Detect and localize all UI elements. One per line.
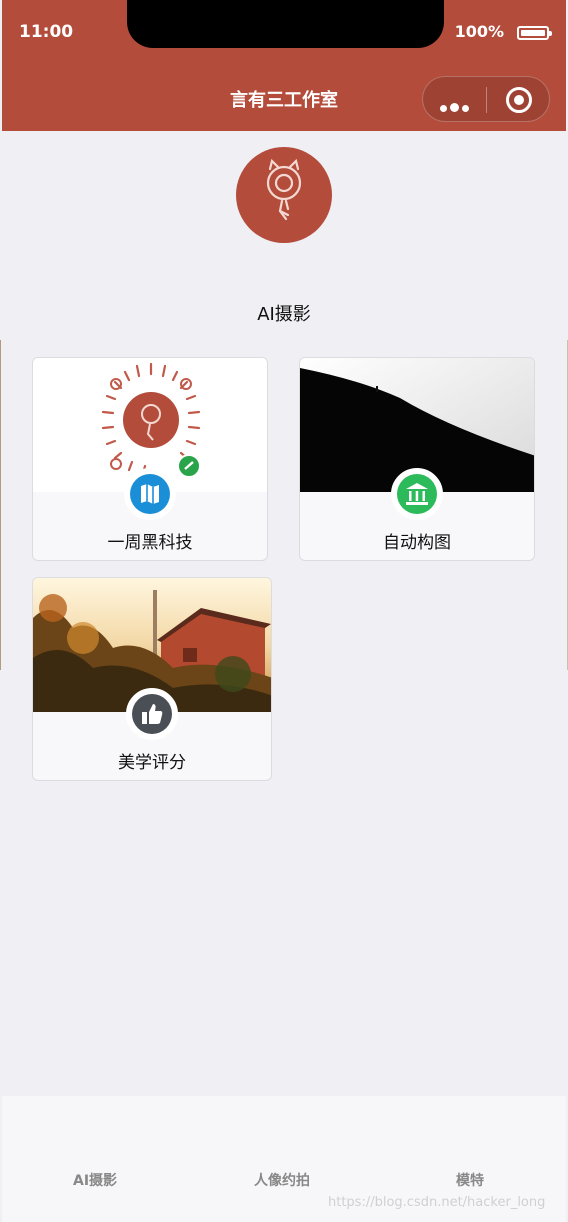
tab-portrait-booking[interactable]: 人像约拍 xyxy=(254,1170,310,1190)
status-time: 11:00 xyxy=(19,22,74,42)
card-label: 美学评分 xyxy=(118,753,186,773)
thumbs-up-badge xyxy=(126,688,178,740)
page-edge-left xyxy=(0,340,1,670)
card-label: 一周黑科技 xyxy=(107,533,193,553)
bank-icon xyxy=(397,474,437,514)
capsule-divider xyxy=(486,87,487,113)
tab-ai-photography[interactable]: AI摄影 xyxy=(73,1170,117,1190)
thumbs-up-icon xyxy=(132,694,172,734)
watermark: https://blog.csdn.net/hacker_long xyxy=(328,1195,546,1210)
card-label: 自动构图 xyxy=(383,533,451,553)
studio-logo xyxy=(236,147,332,243)
section-title: AI摄影 xyxy=(257,304,311,325)
mini-program-capsule xyxy=(422,76,550,122)
card-auto-composition[interactable]: 自动构图 xyxy=(299,357,535,561)
device-notch xyxy=(127,0,444,48)
battery-percentage: 100% xyxy=(454,22,504,41)
card-aesthetic-score[interactable]: 美学评分 xyxy=(32,577,272,781)
map-icon xyxy=(130,474,170,514)
close-icon[interactable] xyxy=(506,87,532,113)
navigation-bar: 11:00 100% 言有三工作室 xyxy=(2,0,566,131)
battery-icon xyxy=(517,26,552,40)
bank-badge xyxy=(391,468,443,520)
map-badge xyxy=(124,468,176,520)
more-icon[interactable] xyxy=(440,97,472,116)
tab-models[interactable]: 模特 xyxy=(456,1170,484,1190)
card-weekly-tech[interactable]: 一周黑科技 xyxy=(32,357,268,561)
